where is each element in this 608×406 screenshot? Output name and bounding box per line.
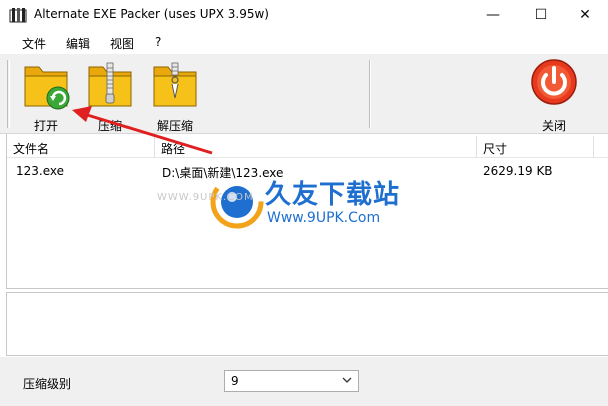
compression-level-select[interactable]: 9 — [224, 370, 359, 392]
open-label: 打开 — [33, 119, 58, 133]
open-button[interactable]: 打开 — [15, 58, 77, 133]
compression-level-value: 9 — [231, 374, 239, 388]
menu-edit[interactable]: 编辑 — [66, 35, 90, 52]
watermark-site-url-small: WWW.9UPK.COM — [157, 192, 254, 203]
minimize-icon: — — [486, 7, 500, 23]
maximize-icon: ☐ — [534, 7, 548, 23]
list-header: 文件名 路径 尺寸 — [7, 136, 608, 158]
toolbar-grip[interactable] — [7, 60, 10, 128]
cell-filename: 123.exe — [16, 164, 65, 178]
close-window-button[interactable]: ✕ — [562, 0, 608, 30]
decompress-button[interactable]: 解压缩 — [144, 58, 206, 133]
watermark: 久友下载站 Www.9UPK.Com WWW.9UPK.COM — [157, 170, 455, 240]
menu-help[interactable]: ? — [155, 35, 161, 49]
window-title: Alternate EXE Packer (uses UPX 3.95w) — [34, 7, 269, 21]
maximize-button[interactable]: ☐ — [518, 0, 564, 30]
compression-level-label: 压缩级别 — [23, 377, 72, 391]
column-filename[interactable]: 文件名 — [7, 136, 155, 158]
minimize-button[interactable]: — — [470, 0, 516, 30]
title-bar: Alternate EXE Packer (uses UPX 3.95w) — … — [0, 0, 608, 30]
watermark-site-cn: 久友下载站 — [265, 180, 401, 210]
menu-view[interactable]: 视图 — [110, 35, 134, 52]
menu-file[interactable]: 文件 — [22, 35, 46, 52]
toolbar-separator — [369, 60, 371, 128]
app-icon — [9, 8, 27, 23]
chevron-down-icon — [342, 377, 352, 383]
compress-button[interactable]: 压缩 — [79, 58, 141, 133]
close-icon: ✕ — [579, 7, 591, 23]
column-size[interactable]: 尺寸 — [477, 136, 594, 158]
close-button[interactable]: 关闭 — [523, 58, 585, 133]
decompress-folder-icon — [153, 62, 197, 107]
compress-label: 压缩 — [97, 119, 122, 133]
bottom-bar: 压缩级别 9 — [0, 357, 608, 406]
open-folder-icon — [24, 66, 70, 110]
decompress-label: 解压缩 — [156, 119, 193, 133]
cell-size: 2629.19 KB — [483, 164, 553, 178]
compress-folder-icon — [88, 62, 132, 107]
toolbar: 打开 压缩 解压缩 关闭 — [0, 54, 608, 134]
watermark-site-url: Www.9UPK.Com — [267, 210, 381, 226]
column-path[interactable]: 路径 — [155, 136, 477, 158]
power-icon — [531, 59, 577, 105]
close-label: 关闭 — [541, 119, 566, 133]
menu-bar: 文件 编辑 视图 ? — [0, 30, 608, 54]
log-panel[interactable] — [6, 292, 608, 356]
